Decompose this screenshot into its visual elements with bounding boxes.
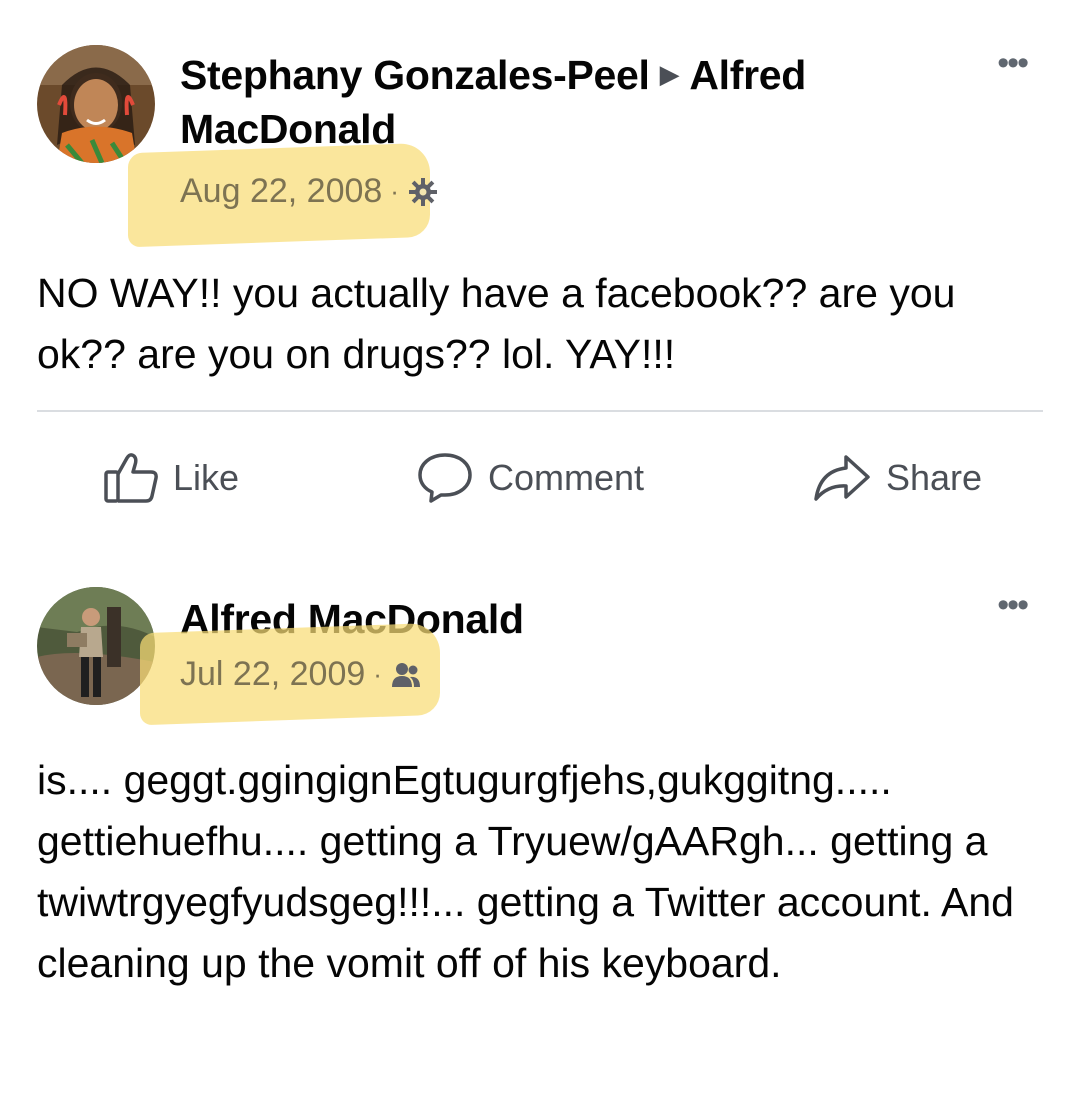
- share-arrow-icon: [814, 455, 870, 501]
- friends-icon: [390, 659, 422, 691]
- share-button[interactable]: Share: [812, 448, 982, 508]
- comment-button[interactable]: Comment: [416, 448, 644, 508]
- more-options-button[interactable]: •••: [997, 44, 1029, 83]
- share-label: Share: [886, 457, 983, 498]
- divider: [37, 410, 1043, 412]
- more-options-button[interactable]: •••: [997, 586, 1029, 625]
- avatar[interactable]: [37, 45, 155, 163]
- post-date[interactable]: Jul 22, 2009: [180, 655, 365, 694]
- post-text: is.... geggt.ggingignEgtugurgfjehs,gukgg…: [37, 757, 1014, 986]
- post-text: NO WAY!! you actually have a facebook?? …: [37, 270, 956, 377]
- author-name[interactable]: Stephany Gonzales-Peel: [180, 52, 650, 98]
- post-meta: Jul 22, 2009 ·: [180, 655, 422, 694]
- post-date[interactable]: Aug 22, 2008: [180, 172, 382, 211]
- gear-icon: [407, 176, 439, 208]
- like-label: Like: [173, 457, 240, 498]
- post-header: Stephany Gonzales-Peel ▶ Alfred MacDonald: [180, 47, 940, 156]
- arrow-right-icon: ▶: [659, 59, 680, 89]
- post-meta: Aug 22, 2008 ·: [180, 172, 439, 211]
- avatar-photo: [37, 45, 155, 163]
- meta-separator: ·: [373, 659, 382, 689]
- comment-bubble-icon: [418, 453, 472, 503]
- comment-label: Comment: [488, 457, 645, 498]
- action-bar: Like Comment Share: [0, 448, 1079, 508]
- meta-separator: ·: [390, 176, 399, 206]
- post-card: Alfred MacDonald Jul 22, 2009 · ••• is..…: [0, 560, 1079, 1104]
- like-button[interactable]: Like: [103, 448, 239, 508]
- avatar-photo: [37, 587, 155, 705]
- thumbs-up-icon: [104, 453, 158, 503]
- post-card: Stephany Gonzales-Peel ▶ Alfred MacDonald …: [0, 0, 1079, 560]
- avatar[interactable]: [37, 587, 155, 705]
